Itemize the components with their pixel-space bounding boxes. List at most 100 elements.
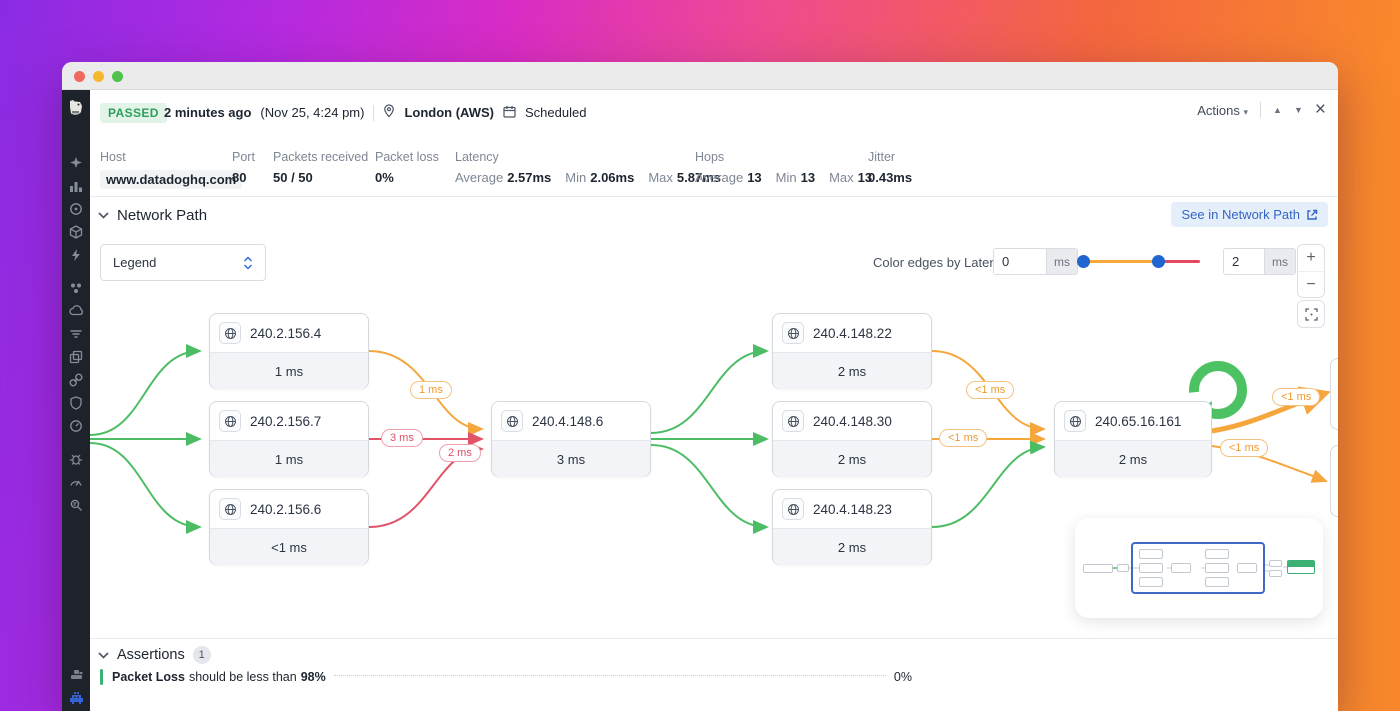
section-title: Network Path [117,207,207,224]
test-location: London (AWS) [404,105,494,120]
latency-slider-handle-min[interactable] [1077,255,1090,268]
invader-icon[interactable] [68,690,84,706]
latency-slider-handle-max[interactable] [1152,255,1165,268]
watchdog-icon[interactable] [68,201,84,217]
location-pin-icon [383,104,395,121]
link-icon[interactable] [68,372,84,388]
host-value: www.datadoghq.com [100,170,242,189]
minimize-traffic-light[interactable] [93,71,104,82]
performance-icon[interactable] [68,474,84,490]
graph-node[interactable]: 240.4.148.30 2 ms [772,401,932,477]
graph-node[interactable]: 240.4.148.22 2 ms [772,313,932,389]
zoom-in-button[interactable]: + [1298,245,1324,271]
bits-ai-icon[interactable] [68,155,84,171]
status-badge: PASSED [100,103,167,123]
globe-icon [1064,410,1086,432]
assertion-result: 0% [894,670,912,684]
assertion-pass-bar [100,669,103,685]
next-result-button[interactable]: ▼ [1294,105,1303,115]
see-in-network-path-button[interactable]: See in Network Path [1171,202,1328,227]
ci-icon[interactable] [68,349,84,365]
latency-max-input[interactable] [1224,249,1264,274]
calendar-icon [503,105,516,121]
infrastructure-icon[interactable] [68,280,84,296]
edge-latency-label: 3 ms [381,429,423,447]
graph-minimap[interactable] [1075,518,1323,618]
graph-node[interactable]: 240.2.156.6 <1 ms [209,489,369,565]
unit-label: ms [1046,249,1077,274]
bug-icon[interactable] [68,451,84,467]
node-latency: 2 ms [773,440,931,477]
datadog-logo-icon[interactable] [66,98,86,123]
legend-dropdown[interactable]: Legend [100,244,266,281]
color-edges-label: Color edges by Latency [873,255,1010,270]
node-latency: 1 ms [210,352,368,389]
latency-min-input[interactable] [994,249,1046,274]
stat-hops: Hops Average13 Min13 Max13 [695,150,872,185]
node-ip: 240.2.156.7 [250,414,321,429]
globe-icon [219,322,241,344]
unit-label: ms [1264,249,1295,274]
close-icon[interactable]: × [1315,103,1326,117]
section-title: Assertions [117,647,185,663]
servers-icon[interactable] [68,667,84,683]
node-ip: 240.2.156.4 [250,326,321,341]
graph-node[interactable]: 240.2.156.7 1 ms [209,401,369,477]
logs-icon[interactable] [68,326,84,342]
stat-packets-received: Packets received 50 / 50 [273,150,368,185]
divider [1260,102,1261,118]
actions-button[interactable]: Actions ▾ [1197,103,1248,118]
zoom-out-button[interactable]: − [1298,271,1324,297]
integrations-icon[interactable] [68,224,84,240]
monitors-icon[interactable] [68,418,84,434]
node-ip: 240.4.148.6 [532,414,603,429]
node-ip: 240.4.148.23 [813,502,892,517]
chevron-down-icon: ▾ [1244,107,1249,117]
graph-node[interactable]: 240.65.16.161 2 ms [1054,401,1212,477]
security-icon[interactable] [68,395,84,411]
globe-icon [782,498,804,520]
metrics-icon[interactable] [68,178,84,194]
divider [373,105,374,121]
fit-screen-icon [1305,308,1318,321]
globe-icon [219,410,241,432]
graph-node[interactable]: 240.4.148.23 2 ms [772,489,932,565]
edge-latency-label: <1 ms [1220,439,1268,457]
audit-icon[interactable] [68,497,84,513]
external-link-icon [1306,209,1318,221]
node-ip: 240.4.148.22 [813,326,892,341]
apm-icon[interactable] [68,303,84,319]
node-latency: 3 ms [492,440,650,477]
events-icon[interactable] [68,247,84,263]
assertion-condition: should be less than [189,670,297,684]
node-latency: 2 ms [773,352,931,389]
node-latency: 2 ms [1055,440,1211,477]
latency-slider-track[interactable] [1083,260,1200,263]
fit-to-screen-button[interactable] [1297,300,1325,328]
network-path-section-toggle[interactable]: Network Path [98,207,207,224]
edge-latency-label: 2 ms [439,444,481,462]
graph-node[interactable]: 240.2.156.4 1 ms [209,313,369,389]
node-ip: 240.2.156.6 [250,502,321,517]
graph-node-partial[interactable] [1330,445,1338,517]
app-sidebar [62,90,90,711]
close-traffic-light[interactable] [74,71,85,82]
edge-latency-label: 1 ms [410,381,452,399]
stat-jitter: Jitter 0.43ms [868,150,912,185]
assertion-row: Packet Loss should be less than 98% 0% [100,669,912,685]
test-result-panel: PASSED 2 minutes ago (Nov 25, 4:24 pm) L… [90,90,1338,711]
node-latency: 1 ms [210,440,368,477]
edge-latency-label: <1 ms [1272,388,1320,406]
globe-icon [782,410,804,432]
stat-latency: Latency Average2.57ms Min2.06ms Max5.87m… [455,150,721,185]
assertions-section-toggle[interactable]: Assertions 1 [98,646,211,664]
edge-latency-label: <1 ms [966,381,1014,399]
graph-node-partial[interactable] [1330,358,1338,430]
node-latency: 2 ms [773,528,931,565]
edge-latency-label: <1 ms [939,429,987,447]
assertion-metric: Packet Loss [112,670,185,684]
graph-node[interactable]: 240.4.148.6 3 ms [491,401,651,477]
assertion-threshold: 98% [301,670,326,684]
previous-result-button[interactable]: ▲ [1273,105,1282,115]
maximize-traffic-light[interactable] [112,71,123,82]
